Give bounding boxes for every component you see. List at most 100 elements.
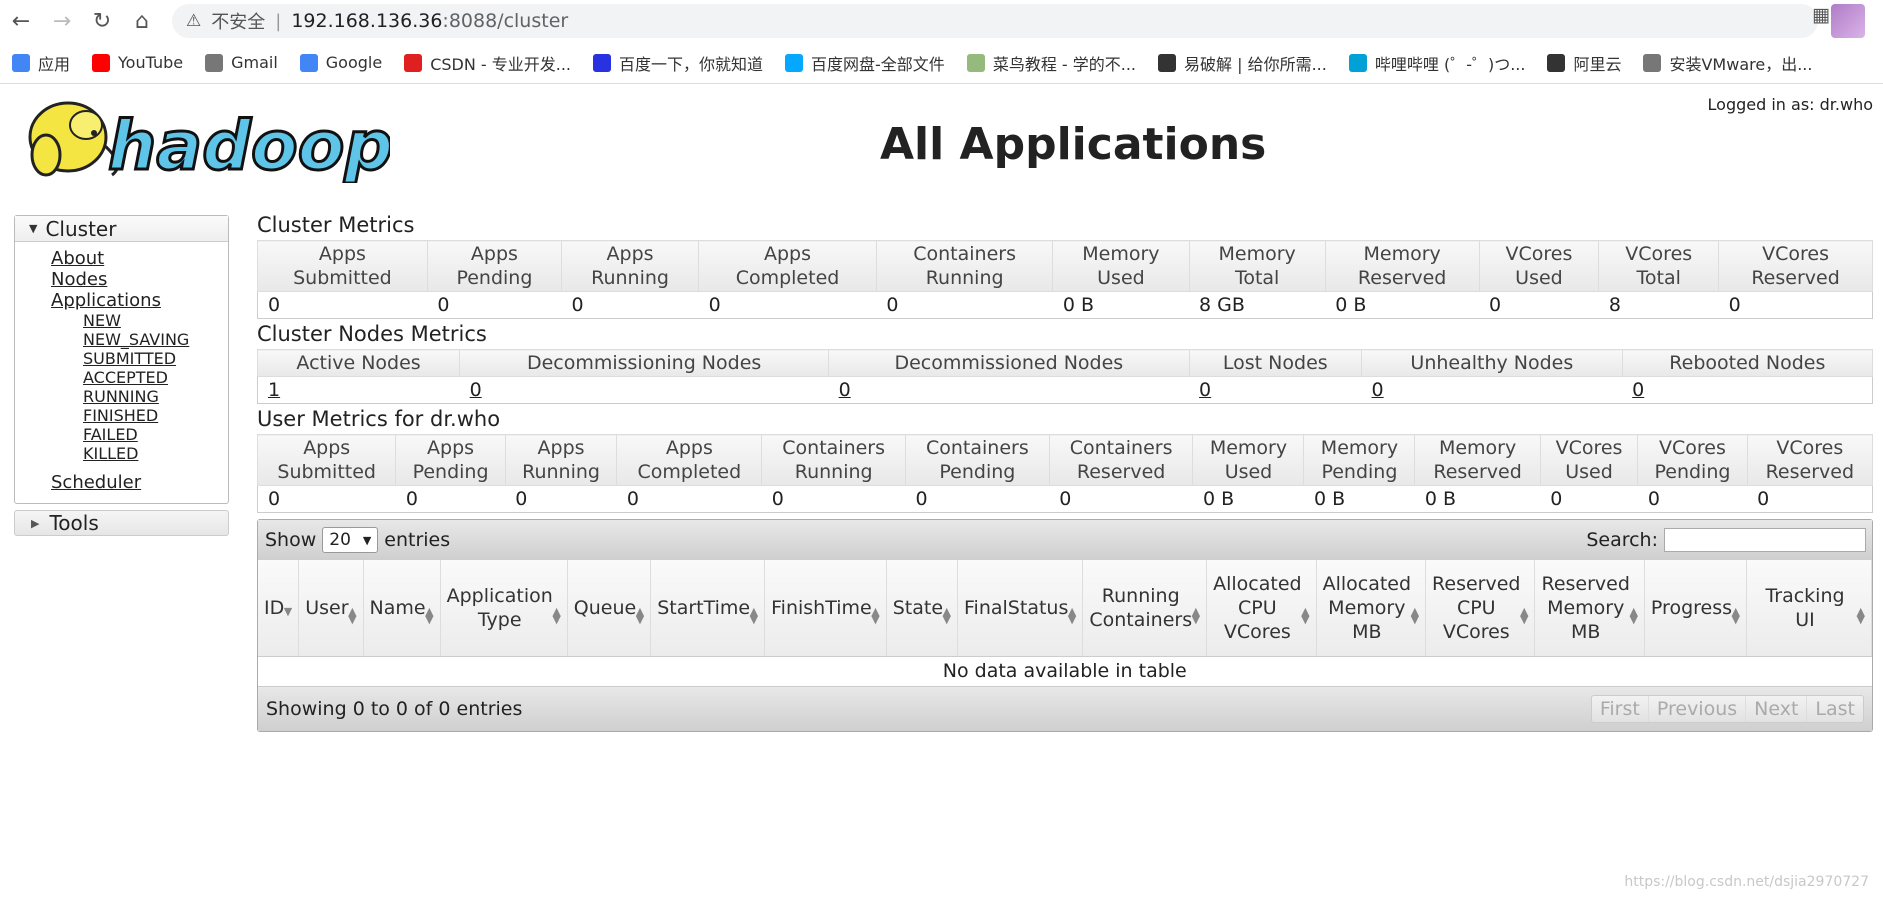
- sidebar-link-about[interactable]: About: [51, 248, 228, 269]
- sort-both-icon: ▲ ▼: [749, 604, 759, 626]
- apps-column-header-line: Allocated: [1322, 572, 1412, 595]
- sidebar-link-applications[interactable]: Applications: [51, 290, 228, 311]
- metric-value[interactable]: 0: [1632, 379, 1644, 401]
- cluster-metrics-value: 0: [876, 291, 1053, 319]
- apps-column-header[interactable]: ID ▼: [258, 560, 300, 657]
- apps-column-header[interactable]: Tracking UI ▲ ▼: [1746, 560, 1872, 657]
- sidebar-link-accepted[interactable]: ACCEPTED: [83, 368, 228, 387]
- globe-icon: [205, 53, 224, 72]
- cluster-metrics-header: Apps Submitted: [257, 240, 428, 292]
- user-metrics-value: 0 B: [1414, 485, 1541, 513]
- hadoop-logo[interactable]: hadoop: [16, 95, 390, 183]
- profile-avatar[interactable]: [1831, 4, 1865, 38]
- cluster-metrics-header-line: Used: [1515, 267, 1563, 289]
- apps-column-header[interactable]: User ▲ ▼: [298, 560, 364, 657]
- bookmark-item[interactable]: YouTube: [92, 53, 183, 72]
- apps-column-header[interactable]: Name ▲ ▼: [363, 560, 441, 657]
- apps-column-header[interactable]: Progress ▲ ▼: [1644, 560, 1748, 657]
- bookmark-item[interactable]: 百度一下，你就知道: [593, 51, 763, 75]
- bookmark-item[interactable]: 安装VMware，出...: [1643, 51, 1812, 75]
- metric-value[interactable]: 1: [268, 379, 280, 401]
- user-metrics-header: Containers Running: [761, 434, 907, 486]
- bookmark-item[interactable]: CSDN - 专业开发...: [404, 51, 571, 75]
- bookmark-item[interactable]: 菜鸟教程 - 学的不...: [966, 51, 1136, 75]
- pager-previous-button[interactable]: Previous: [1649, 695, 1747, 722]
- pager-first-button[interactable]: First: [1592, 695, 1649, 722]
- bookmark-label: 百度网盘-全部文件: [811, 54, 945, 74]
- sidebar-link-submitted[interactable]: SUBMITTED: [83, 349, 228, 368]
- metric-value[interactable]: 0: [839, 379, 851, 401]
- bookmark-item[interactable]: 易破解 | 给你所需...: [1158, 51, 1327, 75]
- user-metrics-value: 0 B: [1192, 485, 1304, 513]
- bookmark-item[interactable]: Gmail: [205, 53, 278, 72]
- cluster-metrics-header-line: Reserved: [1751, 267, 1840, 289]
- forward-arrow-icon[interactable]: →: [49, 8, 75, 34]
- metric-value: 0: [1757, 488, 1770, 510]
- cluster-metrics-header-line: Memory: [1218, 243, 1296, 265]
- apps-column-header-line: Queue: [573, 596, 637, 619]
- sidebar-link-new-saving[interactable]: NEW_SAVING: [83, 330, 228, 349]
- metric-value[interactable]: 0: [470, 379, 482, 401]
- translate-icon[interactable]: ▦: [1812, 4, 1830, 26]
- metric-value[interactable]: 0: [1372, 379, 1384, 401]
- apps-column-header[interactable]: Application Type ▲ ▼: [440, 560, 568, 657]
- node-metrics-value: 0: [1361, 376, 1623, 404]
- metric-value[interactable]: 0: [1199, 379, 1211, 401]
- cluster-metrics-header-line: Memory: [1082, 243, 1160, 265]
- apps-column-header[interactable]: FinalStatus ▲ ▼: [957, 560, 1084, 657]
- bookmark-item[interactable]: 应用: [12, 51, 70, 75]
- cluster-metrics-header-line: Total: [1234, 267, 1280, 289]
- bookmark-item[interactable]: 哔哩哔哩 (゜-゜)つ...: [1348, 51, 1525, 75]
- apps-column-header[interactable]: Allocated CPU VCores ▲ ▼: [1206, 560, 1317, 657]
- tools-section-toggle[interactable]: ▶ Tools: [14, 510, 229, 536]
- apps-column-header[interactable]: Reserved CPU VCores ▲ ▼: [1425, 560, 1536, 657]
- apps-column-header-line: Containers: [1089, 608, 1193, 631]
- apps-column-header[interactable]: State ▲ ▼: [886, 560, 959, 657]
- warning-icon: ⚠: [186, 11, 202, 31]
- metric-value: 0: [571, 294, 584, 316]
- apps-column-header[interactable]: Running Containers ▲ ▼: [1082, 560, 1208, 657]
- user-metrics-value: 0: [1637, 485, 1748, 513]
- cluster-metrics-header: Memory Reserved: [1324, 240, 1480, 292]
- apps-column-header[interactable]: StartTime ▲ ▼: [650, 560, 766, 657]
- bookmark-label: 阿里云: [1573, 54, 1622, 74]
- apps-column-header[interactable]: Allocated Memory MB ▲ ▼: [1316, 560, 1427, 657]
- address-bar[interactable]: ⚠ 不安全 | 192.168.136.36:8088/cluster: [172, 4, 1818, 38]
- apps-column-header-line: Memory: [1328, 596, 1406, 619]
- cluster-metrics-header-line: Running: [591, 267, 669, 289]
- back-arrow-icon[interactable]: ←: [8, 8, 34, 34]
- home-icon[interactable]: ⌂: [129, 8, 155, 34]
- sort-both-icon: ▲ ▼: [425, 604, 434, 626]
- watermark: https://blog.csdn.net/dsjia2970727: [1624, 874, 1869, 890]
- sidebar-link-running[interactable]: RUNNING: [83, 387, 228, 406]
- bookmark-item[interactable]: Google: [299, 53, 382, 72]
- cluster-metrics-header-line: Apps: [764, 243, 812, 265]
- sidebar-link-failed[interactable]: FAILED: [83, 425, 228, 444]
- search-input[interactable]: [1664, 528, 1866, 552]
- user-metrics-header: VCores Used: [1539, 434, 1639, 486]
- apps-column-header[interactable]: Queue ▲ ▼: [567, 560, 652, 657]
- reload-icon[interactable]: ↻: [89, 8, 115, 34]
- cluster-metrics-header-line: Total: [1636, 267, 1681, 289]
- entries-select[interactable]: 20 ▼: [322, 527, 379, 553]
- user-metrics-header-line: Pending: [1321, 461, 1398, 483]
- apps-column-header[interactable]: Reserved Memory MB ▲ ▼: [1534, 560, 1645, 657]
- user-metrics-header-line: Containers: [782, 437, 886, 459]
- user-metrics-value: 0: [616, 485, 762, 513]
- bookmarks-bar: 应用 YouTube Gmail Google CSDN - 专业开发... 百度一下，你…: [0, 42, 1883, 84]
- sidebar-link-nodes[interactable]: Nodes: [51, 269, 228, 290]
- sidebar-link-finished[interactable]: FINISHED: [83, 406, 228, 425]
- apps-column-header-line: MB: [1570, 620, 1601, 643]
- pager-last-button[interactable]: Last: [1807, 696, 1863, 722]
- cluster-section-toggle[interactable]: ▼ Cluster: [15, 216, 228, 242]
- pager-next-button[interactable]: Next: [1746, 695, 1808, 722]
- user-metrics-value: 0: [905, 485, 1050, 513]
- bookmark-item[interactable]: 阿里云: [1547, 51, 1621, 75]
- apps-column-header[interactable]: FinishTime ▲ ▼: [764, 560, 887, 657]
- sidebar-link-scheduler[interactable]: Scheduler: [51, 472, 228, 493]
- sidebar-link-new[interactable]: NEW: [83, 311, 228, 330]
- pagination: First Previous Next Last: [1590, 694, 1864, 723]
- address-separator: |: [275, 10, 282, 32]
- sidebar-link-killed[interactable]: KILLED: [83, 444, 228, 463]
- bookmark-item[interactable]: 百度网盘-全部文件: [785, 51, 945, 75]
